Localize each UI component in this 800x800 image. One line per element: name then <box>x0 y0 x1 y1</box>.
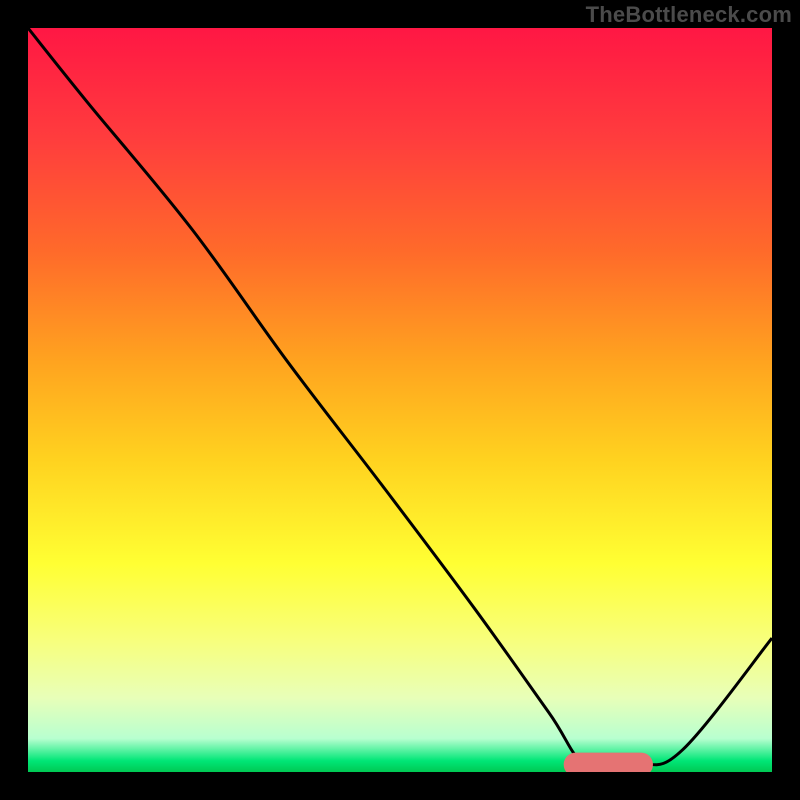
chart-container: TheBottleneck.com <box>0 0 800 800</box>
plot-area <box>28 28 772 776</box>
gradient-background <box>28 28 772 772</box>
bottleneck-chart <box>0 0 800 800</box>
watermark-text: TheBottleneck.com <box>586 2 792 28</box>
